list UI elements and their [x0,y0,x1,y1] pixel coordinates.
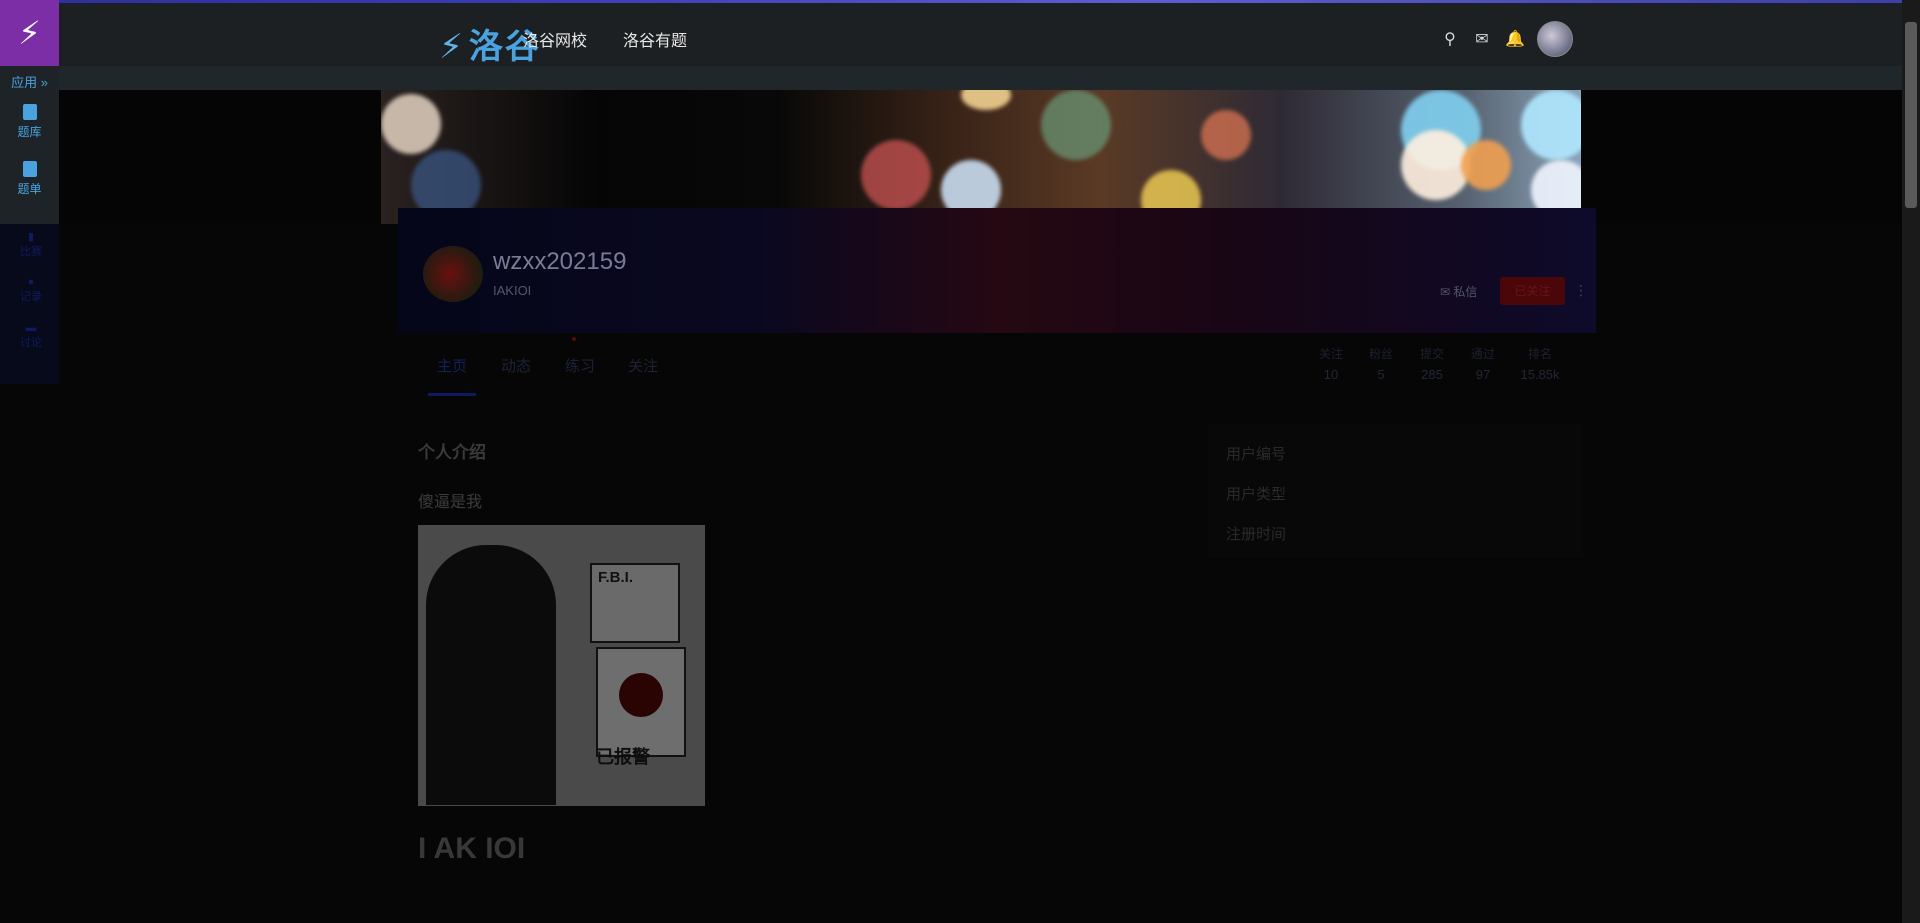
bell-icon[interactable]: 🔔 [1505,29,1525,49]
image-caption: 已报警 [596,747,650,767]
image-fbi-text: F.B.I. [598,569,634,586]
palette-icon: ● [27,276,35,288]
mail-icon: ✉ [1440,285,1451,299]
message-button[interactable]: ✉ 私信 [1440,283,1477,300]
intro-title: 个人介绍 [418,443,486,462]
navbar-subbar [59,66,1902,90]
stat-label: 排名 [1527,347,1552,361]
search-icon[interactable]: ⚲ [1441,29,1459,49]
image-figure [426,545,556,805]
logo-icon: ⚡ [439,28,465,66]
tab-following[interactable]: 关注 [628,355,658,376]
profile-banner [381,90,1581,224]
user-avatar[interactable] [1537,21,1573,57]
sidebar-logo[interactable]: ⚡ [0,0,59,66]
info-register-time-label: 注册时间 [1226,526,1287,543]
stat-label: 关注 [1318,347,1343,361]
navbar-icons: ⚲ ✉ 🔔 [1441,21,1573,57]
clipboard-icon [22,161,37,177]
chart-icon: ▮ [27,231,35,243]
nav-link-school[interactable]: 洛谷网校 [523,27,587,51]
info-user-type-label: 用户类型 [1226,486,1287,503]
sidebar-item-label: 题库 [17,125,42,139]
info-user-id-label: 用户编号 [1226,446,1287,463]
comments-icon: ▬ [25,322,37,334]
profile-username: wzxx202159 [493,248,627,275]
sidebar-item-label: 比赛 [20,246,42,258]
message-label: 私信 [1453,285,1478,299]
stat-label: 粉丝 [1368,347,1393,361]
tab-home[interactable]: 主页 [437,355,467,376]
profile-avatar [423,246,483,302]
active-tab-indicator [428,393,476,396]
sidebar-item-label: 讨论 [20,337,42,349]
stat-accepted[interactable]: 通过 97 [1453,345,1513,382]
book-icon [22,104,37,120]
follow-button[interactable]: 已关注 [1500,277,1565,305]
tab-activity[interactable]: 动态 [501,355,531,376]
sidebar-item-problems[interactable]: 题库 [0,104,59,140]
sidebar-item-records[interactable]: ● 记录 [20,276,42,303]
sidebar-apps-toggle[interactable]: 应用 » [0,72,59,91]
sidebar-item-label: 题单 [17,182,42,196]
tab-notification-dot [572,337,576,341]
intro-image: F.B.I. 已报警 [418,525,705,806]
intro-text: 傻逼是我 [418,494,483,511]
tab-practice[interactable]: 练习 [565,355,595,376]
top-navbar: ⚡ 洛谷 洛谷网校 洛谷有题 ⚲ ✉ 🔔 [59,3,1902,66]
stat-label: 提交 [1419,347,1444,361]
nav-link-problems[interactable]: 洛谷有题 [623,27,687,51]
stat-value: 97 [1475,367,1491,382]
more-options-icon[interactable]: ⋮ [1574,282,1588,299]
sidebar-item-label: 记录 [20,291,42,303]
sidebar-dimmed: ▮ 比赛 ● 记录 ▬ 讨论 [0,224,59,384]
image-flag-sun [619,673,663,717]
mail-icon[interactable]: ✉ [1473,29,1491,49]
user-info-card: 用户编号 用户类型 注册时间 [1208,423,1583,558]
profile-tag: IAKIOI [493,283,532,298]
intro-heading: I AK IOI [418,832,526,865]
sidebar-item-discuss[interactable]: ▬ 讨论 [20,322,42,349]
stat-rank[interactable]: 排名 15.85k [1510,345,1570,382]
stat-value: 15.85k [1520,367,1560,382]
sidebar-item-training[interactable]: 题单 [0,161,59,197]
sidebar-item-contests[interactable]: ▮ 比赛 [20,230,42,258]
scrollbar-thumb[interactable] [1905,22,1917,208]
stat-label: 通过 [1470,347,1495,361]
